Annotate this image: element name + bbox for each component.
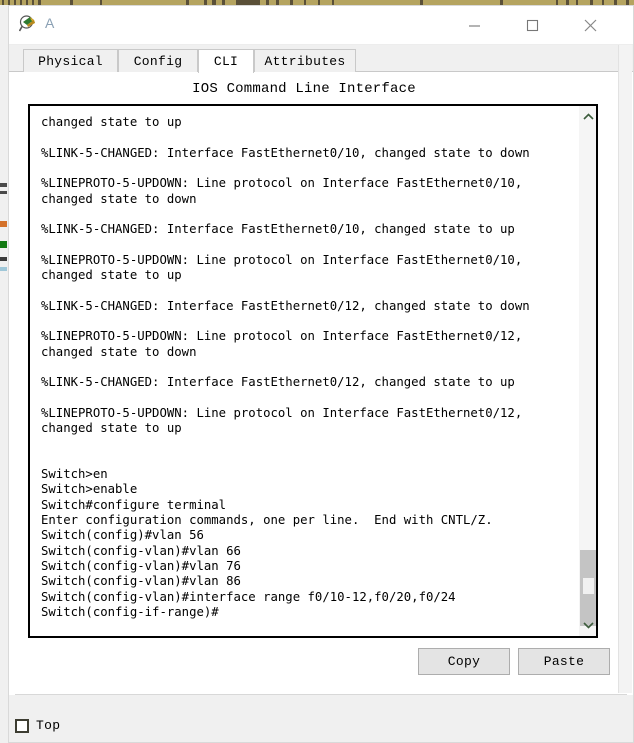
top-checkbox[interactable] <box>15 718 29 733</box>
top-checkbox-row[interactable]: Top <box>15 718 60 733</box>
tab-attributes[interactable]: Attributes <box>254 49 356 72</box>
terminal-scrollbar[interactable] <box>578 106 596 636</box>
paste-button-label: Paste <box>543 654 585 669</box>
tab-physical[interactable]: Physical <box>23 49 118 72</box>
panel-outer-scrollbar[interactable] <box>618 45 632 693</box>
device-properties-window: A Physical Config CLI Attributes IOS Com… <box>8 5 634 743</box>
scrollbar-thumb[interactable] <box>580 550 596 626</box>
close-icon[interactable] <box>568 6 613 44</box>
title-bar: A <box>9 6 633 45</box>
terminal-output[interactable]: changed state to up %LINK-5-CHANGED: Int… <box>30 111 578 620</box>
cli-heading: IOS Command Line Interface <box>192 81 416 97</box>
scroll-down-icon[interactable] <box>579 616 596 634</box>
top-checkbox-label: Top <box>36 718 61 733</box>
tab-config-label: Config <box>133 53 183 69</box>
copy-button[interactable]: Copy <box>418 648 510 675</box>
tab-physical-label: Physical <box>38 53 103 69</box>
terminal-frame: changed state to up %LINK-5-CHANGED: Int… <box>28 104 598 638</box>
tab-cli[interactable]: CLI <box>198 49 254 73</box>
scroll-up-icon[interactable] <box>579 108 596 126</box>
tab-attributes-label: Attributes <box>264 53 346 69</box>
minimize-icon[interactable] <box>452 6 497 44</box>
scrollbar-thumb-grip <box>583 578 594 594</box>
tab-strip: Physical Config CLI Attributes <box>9 45 633 73</box>
tab-config[interactable]: Config <box>118 49 198 72</box>
window-title: A <box>45 15 55 31</box>
cli-panel: IOS Command Line Interface changed state… <box>9 72 633 716</box>
packet-tracer-device-icon <box>18 14 39 34</box>
copy-button-label: Copy <box>447 654 481 669</box>
paste-button[interactable]: Paste <box>518 648 610 675</box>
maximize-icon[interactable] <box>510 6 555 44</box>
footer-bar: Top <box>9 695 633 742</box>
action-button-row: Copy Paste <box>9 648 610 676</box>
tab-cli-label: CLI <box>213 54 239 69</box>
